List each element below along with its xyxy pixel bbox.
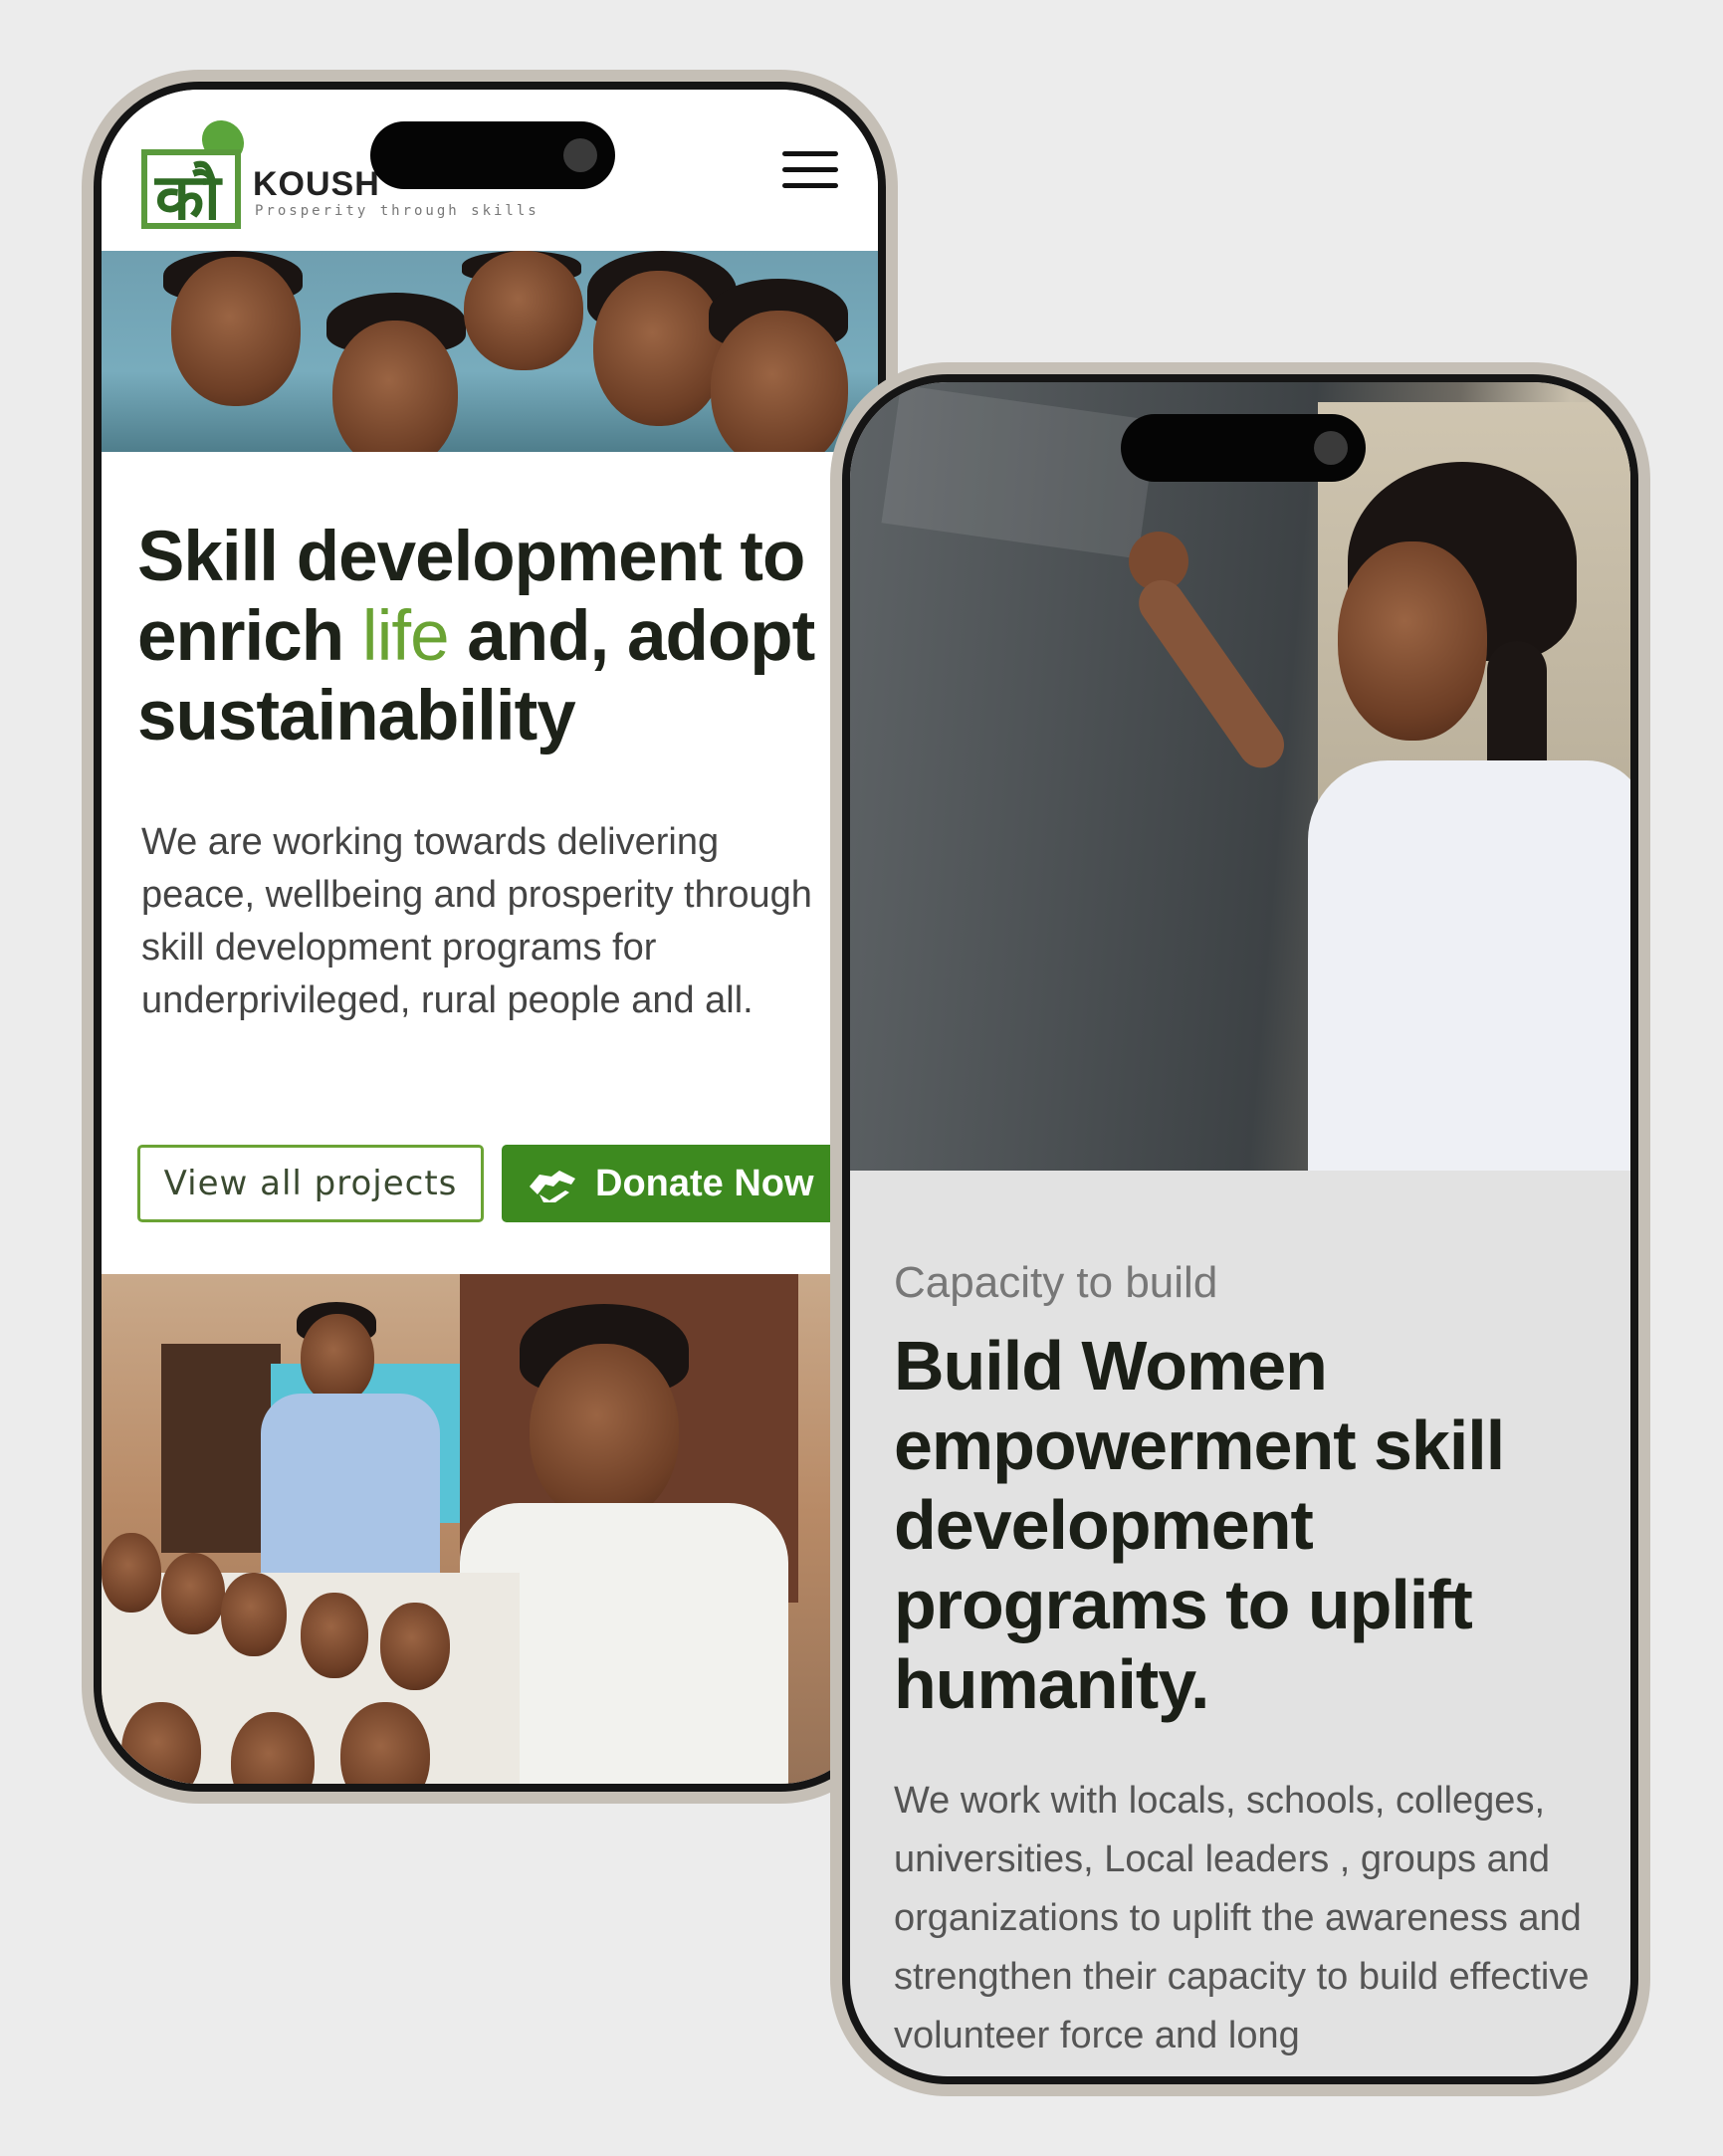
girl-chalkboard-image [850, 382, 1630, 1171]
logo-letter: कौ [155, 160, 221, 235]
logo-tagline: Prosperity through skills [255, 203, 539, 219]
view-projects-button[interactable]: View all projects [137, 1145, 484, 1222]
hero-title-accent: life [361, 597, 450, 676]
hero-title: Skill development to enrich life and, ad… [137, 518, 864, 756]
camera-icon [1314, 431, 1348, 465]
phone-bezel: Capacity to build Build Women empowermen… [842, 374, 1638, 2084]
camera-icon [563, 138, 597, 172]
logo[interactable]: कौ [141, 149, 241, 235]
phone-mockup-left: कौ KOUSH Prosperity through skills Skill… [82, 70, 898, 1804]
dynamic-island [1121, 414, 1366, 482]
section-title: Build Women empowerment skill developmen… [894, 1327, 1505, 1723]
teacher-students-image [102, 1274, 878, 1784]
phone-screen: Capacity to build Build Women empowermen… [850, 382, 1630, 2076]
donate-button-label: Donate Now [595, 1163, 814, 1204]
phone-screen: कौ KOUSH Prosperity through skills Skill… [102, 90, 878, 1784]
phone-mockup-right: Capacity to build Build Women empowermen… [830, 362, 1650, 2096]
logo-name: KOUSH [253, 165, 380, 203]
handshake-icon [530, 1171, 575, 1202]
capacity-section: Capacity to build Build Women empowermen… [894, 1258, 1591, 2065]
section-eyebrow: Capacity to build [894, 1258, 1218, 1307]
hero-image-children [102, 251, 878, 452]
hero-description: We are working towards delivering peace,… [141, 821, 812, 1021]
menu-icon[interactable] [782, 151, 838, 191]
section-description: We work with locals, schools, colleges, … [894, 1780, 1590, 2056]
hero-section: Skill development to enrich life and, ad… [137, 518, 864, 1027]
donate-button[interactable]: Donate Now [502, 1145, 878, 1222]
dynamic-island [370, 121, 615, 189]
phone-bezel: कौ KOUSH Prosperity through skills Skill… [94, 82, 886, 1792]
